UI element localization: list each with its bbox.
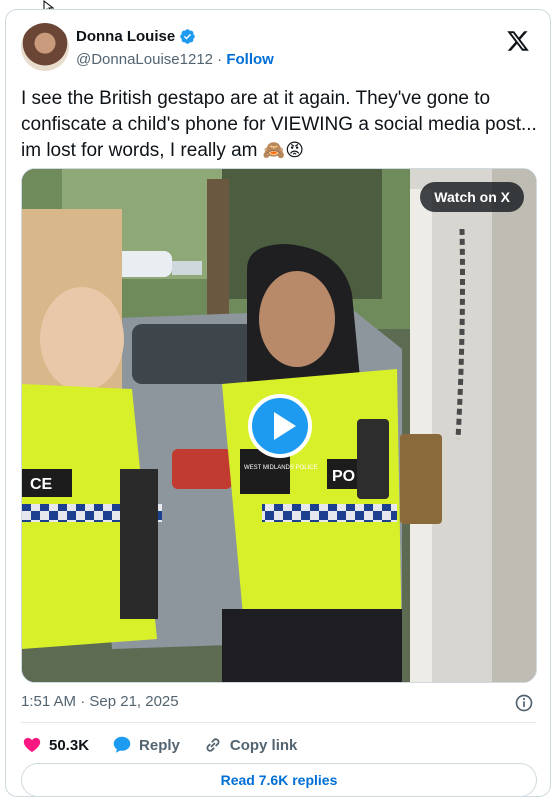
info-icon[interactable] xyxy=(514,693,534,713)
name-row: Donna Louise xyxy=(76,28,196,45)
tweet-header: Donna Louise @DonnaLouise1212 · Follow xyxy=(21,23,536,73)
handle[interactable]: @DonnaLouise1212 xyxy=(76,51,213,68)
copy-link-label: Copy link xyxy=(229,736,298,754)
like-button[interactable]: 50.3K xyxy=(21,734,89,756)
heart-icon xyxy=(23,737,41,753)
link-icon xyxy=(206,738,220,752)
video-player[interactable]: CE WEST MIDLANDS POLICE PO Watch on X xyxy=(21,168,537,683)
badge-text: WEST MIDLANDS POLICE xyxy=(244,465,318,471)
handle-separator: · xyxy=(213,51,227,68)
watch-on-x-button[interactable]: Watch on X xyxy=(420,182,524,212)
tweet-emojis: 🙈😡 xyxy=(262,140,304,161)
x-logo-icon[interactable] xyxy=(506,29,530,53)
copy-link-button[interactable]: Copy link xyxy=(202,734,298,756)
read-replies-button[interactable]: Read 7.6K replies xyxy=(21,763,537,797)
tweet-card: Donna Louise @DonnaLouise1212 · Follow I… xyxy=(5,9,551,797)
reply-button[interactable]: Reply xyxy=(111,734,180,756)
display-name[interactable]: Donna Louise xyxy=(76,28,175,45)
reply-label: Reply xyxy=(139,736,180,754)
action-bar: 50.3K Reply Copy link xyxy=(21,733,319,757)
divider xyxy=(21,722,536,723)
avatar[interactable] xyxy=(21,23,69,71)
handle-row: @DonnaLouise1212 · Follow xyxy=(76,51,274,68)
left-vest-text: CE xyxy=(30,476,53,493)
reply-bubble-icon xyxy=(113,736,131,753)
follow-button[interactable]: Follow xyxy=(226,51,274,68)
like-count: 50.3K xyxy=(49,736,90,754)
timestamp[interactable]: 1:51 AM · Sep 21, 2025 xyxy=(21,693,179,710)
verified-badge-icon xyxy=(180,29,195,44)
tweet-meta: 1:51 AM · Sep 21, 2025 xyxy=(21,693,536,715)
tweet-text: I see the British gestapo are at it agai… xyxy=(21,86,541,164)
play-icon[interactable] xyxy=(248,394,312,458)
right-vest-text: PO xyxy=(332,468,355,485)
